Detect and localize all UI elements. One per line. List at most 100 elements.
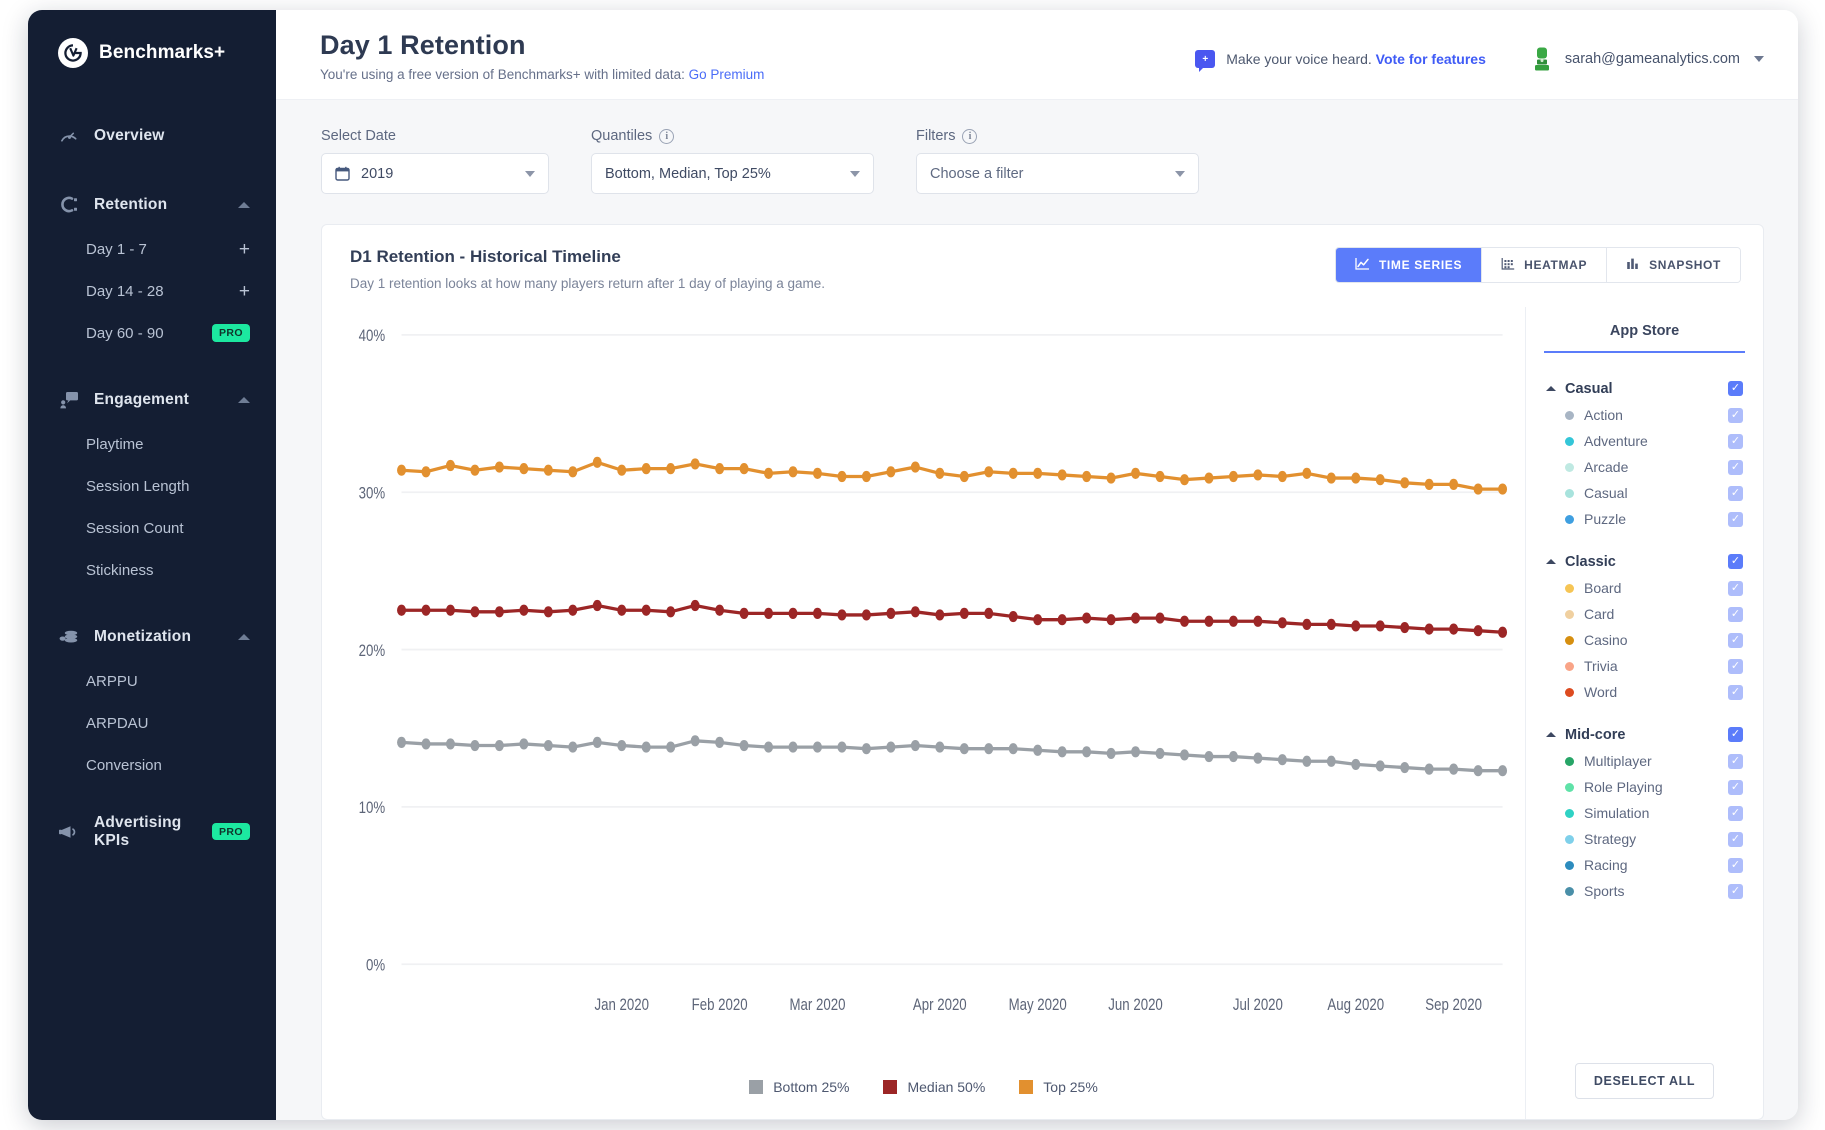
category-item-checkbox[interactable]: ✓ xyxy=(1728,459,1743,475)
category-item-checkbox[interactable]: ✓ xyxy=(1728,753,1743,769)
data-point[interactable] xyxy=(1473,483,1483,495)
vote-for-features-link[interactable]: Vote for features xyxy=(1376,51,1486,67)
category-item[interactable]: Role Playing ✓ xyxy=(1546,774,1743,800)
data-point[interactable] xyxy=(910,461,920,473)
category-item-checkbox[interactable]: ✓ xyxy=(1728,433,1743,449)
data-point[interactable] xyxy=(1057,746,1067,758)
data-point[interactable] xyxy=(959,470,969,483)
tab-snapshot[interactable]: SNAPSHOT xyxy=(1607,248,1740,282)
account-menu[interactable]: sarah@gameanalytics.com xyxy=(1530,46,1764,72)
data-point[interactable] xyxy=(568,466,578,478)
data-point[interactable] xyxy=(543,464,553,476)
data-point[interactable] xyxy=(788,607,798,619)
data-point[interactable] xyxy=(1131,746,1141,758)
data-point[interactable] xyxy=(1033,467,1043,479)
plus-icon[interactable]: + xyxy=(239,282,250,301)
tab-heatmap[interactable]: HEATMAP xyxy=(1482,248,1608,282)
data-point[interactable] xyxy=(1302,755,1312,767)
data-point[interactable] xyxy=(837,609,847,621)
data-point[interactable] xyxy=(666,463,676,475)
data-point[interactable] xyxy=(421,738,431,750)
data-point[interactable] xyxy=(984,466,994,478)
data-point[interactable] xyxy=(886,466,896,478)
category-item[interactable]: Board ✓ xyxy=(1546,575,1743,601)
data-point[interactable] xyxy=(543,739,553,752)
data-point[interactable] xyxy=(1155,612,1165,624)
data-point[interactable] xyxy=(1375,474,1385,486)
data-point[interactable] xyxy=(494,739,504,752)
sidebar-item-monetization[interactable]: Monetization xyxy=(28,613,276,660)
chevron-down-icon[interactable] xyxy=(850,170,860,177)
data-point[interactable] xyxy=(470,464,480,476)
category-group-header[interactable]: Casual ✓ xyxy=(1546,375,1743,402)
category-item-checkbox[interactable]: ✓ xyxy=(1728,779,1743,795)
data-point[interactable] xyxy=(1400,621,1410,634)
data-point[interactable] xyxy=(1057,469,1067,481)
data-point[interactable] xyxy=(1375,620,1385,632)
data-point[interactable] xyxy=(1180,474,1189,486)
category-group-checkbox[interactable]: ✓ xyxy=(1728,381,1743,396)
chevron-down-icon[interactable] xyxy=(525,170,535,177)
category-item-checkbox[interactable]: ✓ xyxy=(1728,684,1743,700)
category-item-checkbox[interactable]: ✓ xyxy=(1728,511,1743,527)
chevron-up-icon[interactable] xyxy=(238,633,250,640)
category-item-checkbox[interactable]: ✓ xyxy=(1728,632,1743,648)
category-item[interactable]: Casino ✓ xyxy=(1546,627,1743,653)
data-point[interactable] xyxy=(935,741,945,753)
data-point[interactable] xyxy=(421,466,431,478)
plus-icon[interactable]: + xyxy=(239,240,250,259)
go-premium-link[interactable]: Go Premium xyxy=(689,67,765,82)
sidebar-item-playtime[interactable]: Playtime xyxy=(28,423,276,465)
data-point[interactable] xyxy=(1228,470,1238,483)
category-group-checkbox[interactable]: ✓ xyxy=(1728,727,1743,742)
sidebar-item-day-14-28[interactable]: Day 14 - 28 + xyxy=(28,270,276,312)
chevron-down-icon[interactable] xyxy=(1754,56,1764,62)
data-point[interactable] xyxy=(984,743,994,755)
data-point[interactable] xyxy=(1473,765,1483,777)
data-point[interactable] xyxy=(788,741,798,753)
category-item[interactable]: Puzzle ✓ xyxy=(1546,506,1743,532)
data-point[interactable] xyxy=(397,464,407,476)
data-point[interactable] xyxy=(1473,625,1483,637)
data-point[interactable] xyxy=(1106,747,1116,759)
info-icon[interactable]: i xyxy=(962,128,978,144)
category-group-checkbox[interactable]: ✓ xyxy=(1728,554,1743,569)
data-point[interactable] xyxy=(812,607,822,619)
category-item-checkbox[interactable]: ✓ xyxy=(1728,485,1743,501)
data-point[interactable] xyxy=(959,607,969,619)
tab-time-series[interactable]: TIME SERIES xyxy=(1335,248,1483,282)
data-point[interactable] xyxy=(764,607,774,619)
data-point[interactable] xyxy=(739,607,749,619)
sidebar-item-day-1-7[interactable]: Day 1 - 7 + xyxy=(28,228,276,270)
data-point[interactable] xyxy=(1449,623,1459,635)
info-icon[interactable]: i xyxy=(659,128,675,144)
chevron-up-icon[interactable] xyxy=(238,201,250,208)
data-point[interactable] xyxy=(1204,750,1214,763)
data-point[interactable] xyxy=(1326,618,1336,630)
sidebar-item-overview[interactable]: Overview xyxy=(28,112,276,159)
data-point[interactable] xyxy=(470,739,480,752)
data-point[interactable] xyxy=(1498,765,1508,777)
sidebar-item-conversion[interactable]: Conversion xyxy=(28,744,276,786)
data-point[interactable] xyxy=(617,464,627,476)
data-point[interactable] xyxy=(641,604,651,616)
data-point[interactable] xyxy=(1180,749,1189,761)
data-point[interactable] xyxy=(519,604,529,616)
category-item[interactable]: Sports ✓ xyxy=(1546,878,1743,904)
sidebar-item-engagement[interactable]: Engagement xyxy=(28,376,276,423)
data-point[interactable] xyxy=(1082,746,1092,758)
data-point[interactable] xyxy=(886,741,896,753)
chevron-up-icon[interactable] xyxy=(1546,559,1556,564)
chevron-up-icon[interactable] xyxy=(1546,732,1556,737)
data-point[interactable] xyxy=(592,736,602,748)
data-point[interactable] xyxy=(1082,612,1092,624)
data-point[interactable] xyxy=(494,461,504,473)
data-point[interactable] xyxy=(690,735,700,747)
data-point[interactable] xyxy=(837,470,847,483)
data-point[interactable] xyxy=(910,606,920,618)
data-point[interactable] xyxy=(1424,763,1434,775)
data-point[interactable] xyxy=(690,458,700,470)
sidebar-item-stickiness[interactable]: Stickiness xyxy=(28,549,276,591)
legend-item[interactable]: Bottom 25% xyxy=(749,1079,849,1095)
data-point[interactable] xyxy=(812,741,822,753)
